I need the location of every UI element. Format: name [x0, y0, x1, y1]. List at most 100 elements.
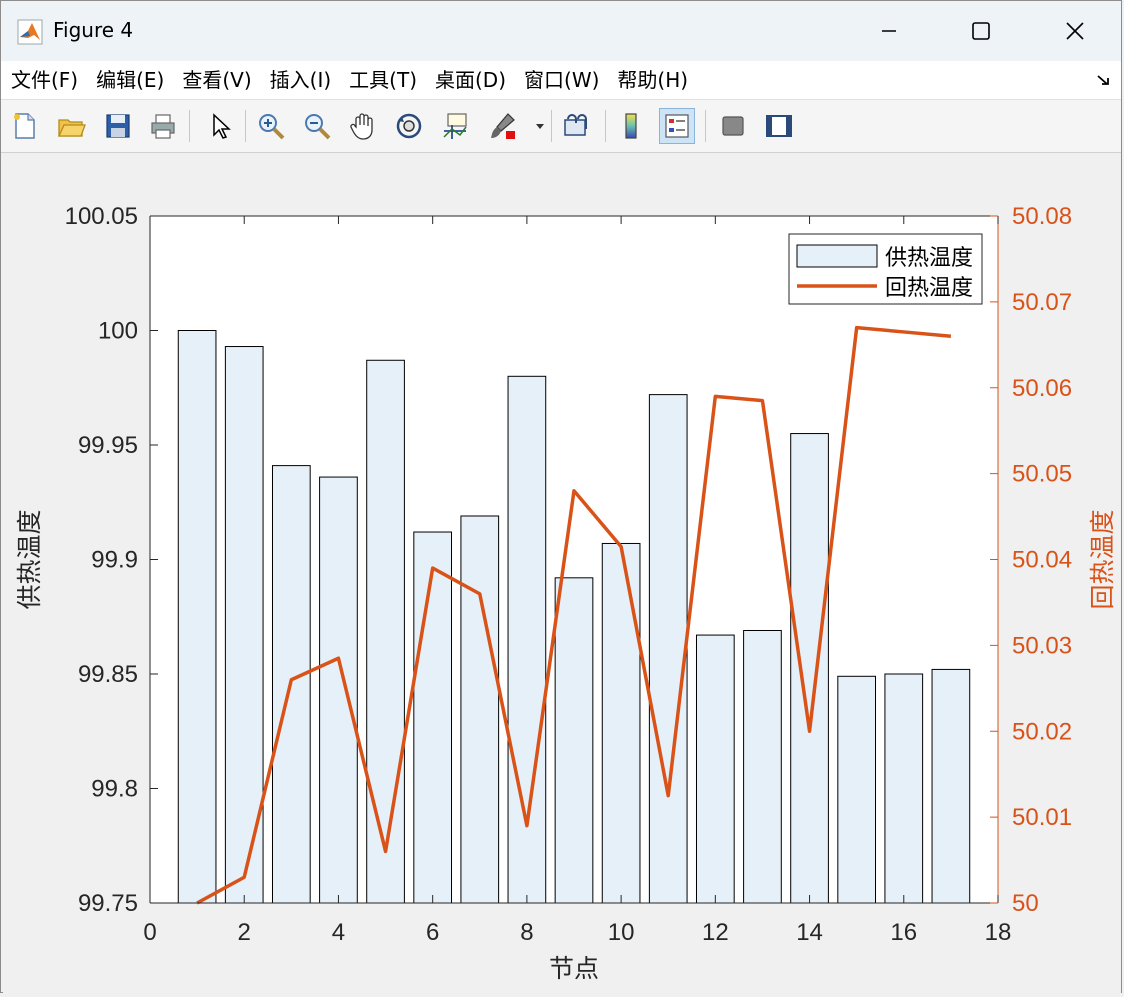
x-tick-label: 4 [332, 919, 345, 946]
toolbar [1, 100, 1121, 153]
show-plot-tools-icon [766, 115, 792, 137]
brush-button[interactable] [485, 108, 521, 144]
y-tick-label: 99.75 [78, 890, 138, 917]
close-icon [1066, 22, 1084, 40]
bar [790, 433, 829, 904]
bar [931, 668, 971, 904]
y-tick-label: 100 [98, 318, 138, 345]
print-icon [151, 114, 175, 139]
bar [413, 531, 453, 904]
matlab-logo-icon [17, 19, 43, 45]
y2-tick-label: 50.01 [1012, 804, 1072, 831]
menu-file[interactable]: 文件(F) [1, 61, 86, 99]
figure-window: Figure 4 文件(F) 编辑(E) 查看(V) 插入(I) 工具(T) 桌… [0, 0, 1122, 993]
y-axis-label: 供热温度 [16, 509, 44, 609]
minimize-button[interactable] [843, 1, 935, 61]
print-button[interactable] [145, 108, 181, 144]
x-tick-label: 6 [426, 919, 439, 946]
y2-tick-label: 50.03 [1012, 632, 1072, 659]
y-tick-label: 100.05 [65, 203, 138, 230]
x-tick-label: 0 [143, 919, 156, 946]
menu-bar: 文件(F) 编辑(E) 查看(V) 插入(I) 工具(T) 桌面(D) 窗口(W… [1, 61, 1121, 100]
maximize-button[interactable] [935, 1, 1027, 61]
data-cursor-button[interactable] [437, 108, 473, 144]
pointer-button[interactable] [201, 108, 237, 144]
legend-swatch-bar [796, 244, 878, 268]
pan-button[interactable] [345, 108, 381, 144]
colorbar-button[interactable] [613, 108, 649, 144]
x-tick-label: 14 [796, 919, 823, 946]
y2-tick-label: 50.04 [1012, 547, 1072, 574]
x-tick-label: 18 [985, 919, 1012, 946]
y-tick-label: 99.95 [78, 432, 138, 459]
new-figure-button[interactable] [7, 108, 43, 144]
x-tick-label: 2 [238, 919, 251, 946]
save-button[interactable] [100, 108, 136, 144]
y2-tick-label: 50.02 [1012, 718, 1072, 745]
close-button[interactable] [1029, 1, 1121, 61]
x-tick-label: 8 [520, 919, 533, 946]
colorbar-icon [625, 113, 637, 139]
pan-hand-icon [350, 113, 373, 140]
zoom-out-icon [305, 114, 331, 140]
x-tick-label: 16 [890, 919, 917, 946]
data-cursor-icon [443, 113, 467, 139]
y-tick-label: 99.85 [78, 661, 138, 688]
y2-tick-label: 50 [1012, 890, 1039, 917]
menu-insert[interactable]: 插入(I) [260, 61, 340, 99]
bar [884, 673, 924, 904]
y2-tick-label: 50.07 [1012, 289, 1072, 316]
legend-label-line: 回热温度 [885, 275, 973, 300]
new-figure-icon [14, 113, 35, 139]
menu-edit[interactable]: 编辑(E) [86, 61, 172, 99]
maximize-icon [972, 22, 990, 40]
x-tick-label: 12 [702, 919, 729, 946]
y2-tick-label: 50.08 [1012, 203, 1072, 230]
rotate-3d-icon [396, 113, 422, 139]
bar [601, 542, 641, 904]
window-title: Figure 4 [53, 18, 134, 42]
bar [648, 394, 688, 904]
bar [319, 476, 358, 904]
bar [366, 359, 405, 904]
y2-tick-label: 50.06 [1012, 375, 1072, 402]
legend-button[interactable] [659, 108, 695, 144]
hide-plot-tools-button[interactable] [715, 108, 751, 144]
rotate-button[interactable] [391, 108, 427, 144]
bar [743, 629, 782, 904]
y-tick-label: 99.8 [91, 776, 138, 803]
link-plot-icon [564, 114, 587, 136]
legend-label-bar: 供热温度 [885, 245, 973, 270]
y2-axis-label: 回热温度 [1089, 509, 1117, 609]
dock-arrow-icon[interactable] [1095, 72, 1111, 88]
zoom-out-button[interactable] [299, 108, 335, 144]
menu-tools[interactable]: 工具(T) [339, 61, 425, 99]
chart: 0 2 4 6 8 10 12 14 16 18 99.75 99.8 99.85 99.9 99.95 10… [16, 203, 1117, 983]
bar [695, 634, 735, 904]
minimize-icon [882, 30, 896, 32]
menu-help[interactable]: 帮助(H) [607, 61, 696, 99]
title-bar: Figure 4 [1, 1, 1121, 61]
zoom-in-button[interactable] [253, 108, 289, 144]
show-plot-tools-button[interactable] [761, 108, 797, 144]
bar [837, 675, 877, 904]
y2-tick-label: 50.05 [1012, 461, 1072, 488]
figure-canvas: 0 2 4 6 8 10 12 14 16 18 99.75 99.8 99.85 99.9 99.95 10… [3, 153, 1121, 993]
pointer-icon [213, 113, 231, 139]
x-tick-label: 10 [608, 919, 635, 946]
menu-desktop[interactable]: 桌面(D) [425, 61, 514, 99]
chevron-down-icon[interactable] [535, 123, 545, 131]
brush-icon [491, 113, 515, 139]
link-plot-button[interactable] [559, 108, 595, 144]
x-axis-label: 节点 [549, 955, 599, 983]
menu-window[interactable]: 窗口(W) [514, 61, 607, 99]
save-icon [106, 114, 130, 138]
legend-icon [665, 114, 689, 138]
bar [177, 330, 217, 904]
y-tick-label: 99.9 [91, 547, 138, 574]
bar [554, 577, 594, 904]
open-file-button[interactable] [53, 108, 89, 144]
open-file-icon [57, 119, 86, 137]
menu-view[interactable]: 查看(V) [172, 61, 259, 99]
hide-plot-tools-icon [722, 116, 744, 136]
